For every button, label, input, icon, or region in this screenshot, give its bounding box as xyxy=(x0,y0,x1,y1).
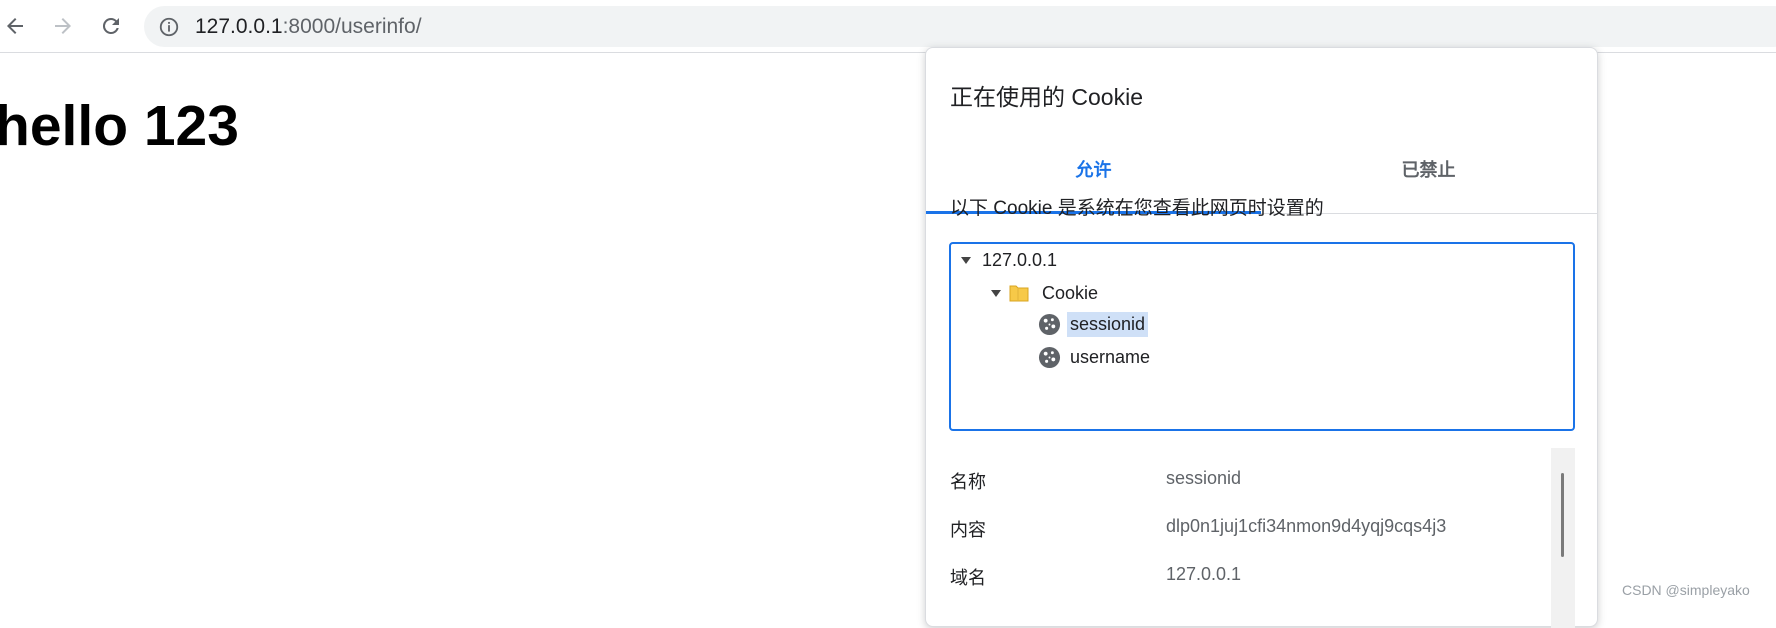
tree-node-host[interactable]: 127.0.0.1 xyxy=(959,246,1060,274)
reload-icon xyxy=(102,17,119,34)
tree-node-cookie-sessionid[interactable]: sessionid xyxy=(1038,310,1149,338)
cookie-dialog: 正在使用的 Cookie 允许 已禁止 以下 Cookie 是系统在您查看此网页… xyxy=(925,47,1598,628)
browser-toolbar: 127.0.0.1:8000/userinfo/ xyxy=(0,0,1776,53)
detail-value: sessionid xyxy=(1166,468,1242,488)
tab-allowed-label: 允许 xyxy=(1075,159,1112,180)
cookie-details: 名称 sessionid 内容 dlp0n1juj1cfi34nmon9d4yq… xyxy=(926,448,1597,628)
page-heading: hello 123 xyxy=(0,94,239,158)
cookie-icon xyxy=(1038,313,1061,335)
detail-value: 127.0.0.1 xyxy=(1166,564,1242,584)
dialog-description: 以下 Cookie 是系统在您查看此网页时设置的 xyxy=(950,198,1324,219)
cookie-icon xyxy=(1038,346,1061,368)
tab-blocked-label: 已禁止 xyxy=(1401,160,1456,180)
forward-arrow-icon xyxy=(55,18,71,34)
back-button[interactable] xyxy=(0,9,32,43)
url-path: :8000/userinfo/ xyxy=(282,15,422,38)
detail-key: 内容 xyxy=(950,520,986,540)
address-bar[interactable]: 127.0.0.1:8000/userinfo/ xyxy=(144,6,1776,47)
scrollbar-thumb[interactable] xyxy=(1561,473,1564,557)
folder-icon xyxy=(1009,285,1029,302)
reload-button[interactable] xyxy=(94,9,128,43)
back-arrow-icon xyxy=(7,18,23,34)
watermark: CSDN @simpleyako xyxy=(1622,582,1750,598)
detail-key: 域名 xyxy=(950,568,986,588)
expand-triangle-icon[interactable] xyxy=(959,253,973,267)
detail-key: 名称 xyxy=(950,472,986,492)
tree-host-label: 127.0.0.1 xyxy=(982,249,1058,270)
detail-value: dlp0n1juj1cfi34nmon9d4yqj9cqs4j3 xyxy=(1166,516,1447,536)
info-icon[interactable] xyxy=(158,16,180,38)
tree-cookie-label-selected: sessionid xyxy=(1067,311,1149,337)
tree-folder-label: Cookie xyxy=(1042,282,1099,303)
dialog-title: 正在使用的 Cookie xyxy=(950,84,1143,110)
url-host: 127.0.0.1 xyxy=(195,15,283,38)
expand-triangle-icon[interactable] xyxy=(989,286,1003,300)
details-scrollbar[interactable] xyxy=(1551,448,1575,628)
cookie-tree[interactable]: 127.0.0.1 Cookie sessionid username xyxy=(949,242,1575,431)
url-text[interactable]: 127.0.0.1:8000/userinfo/ xyxy=(195,16,422,38)
forward-button[interactable] xyxy=(46,9,80,43)
tree-cookie-label: username xyxy=(1070,346,1151,367)
tree-node-folder[interactable]: Cookie xyxy=(989,279,1101,307)
tree-node-cookie-username[interactable]: username xyxy=(1038,343,1153,371)
